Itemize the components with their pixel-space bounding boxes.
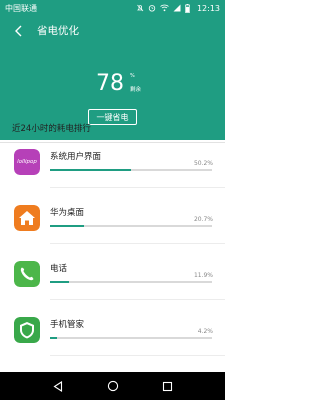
app-name: 系统用户界面 [50, 152, 102, 162]
nav-back-button[interactable] [50, 378, 66, 394]
usage-bar-fill [50, 169, 132, 171]
one-key-save-button[interactable]: 一键省电 [88, 109, 137, 125]
alarm-icon [148, 4, 156, 12]
row-divider [50, 187, 225, 188]
usage-bar-track [50, 169, 212, 171]
navigation-bar [0, 372, 225, 400]
usage-percent: 50.2% [193, 160, 213, 167]
usage-percent: 11.9% [193, 272, 213, 279]
list-item[interactable]: 手机管家 4.2% [0, 317, 225, 370]
mute-icon [136, 4, 144, 12]
app-name: 电话 [50, 264, 68, 274]
usage-percent: 20.7% [193, 216, 213, 223]
shield-icon [14, 317, 40, 343]
list-item[interactable]: 华为桌面 20.7% [0, 205, 225, 258]
usage-bar-fill [50, 225, 84, 227]
usage-percent: 4.2% [197, 328, 213, 335]
nav-home-button[interactable] [105, 378, 121, 394]
carrier-name: 中国联通 [5, 3, 37, 13]
usage-bar-track [50, 281, 212, 283]
back-button[interactable] [10, 22, 28, 40]
home-circle-icon [107, 380, 118, 392]
status-bar: 中国联通 12:13 [0, 0, 225, 16]
app-name: 华为桌面 [50, 208, 85, 218]
app-name: 手机管家 [50, 320, 85, 330]
status-time: 12:13 [196, 3, 220, 13]
ranking-title: 近24小时的耗电排行 [12, 124, 91, 134]
usage-bar-track [50, 337, 212, 339]
recents-square-icon [162, 381, 173, 391]
battery-icon [185, 3, 190, 13]
lollipop-icon-text: lollipop [17, 159, 37, 165]
row-divider [50, 299, 225, 300]
home-icon [14, 205, 40, 231]
battery-level: 78 % 剩余 [0, 71, 225, 101]
usage-bar-track [50, 225, 212, 227]
list-item[interactable]: lollipop 系统用户界面 50.2% [0, 149, 225, 202]
lollipop-icon: lollipop [14, 149, 40, 175]
wifi-icon [160, 4, 169, 12]
usage-bar-fill [50, 337, 57, 339]
page-title: 省电优化 [37, 25, 79, 37]
battery-percent-value: 78 [96, 71, 124, 96]
usage-bar-fill [50, 281, 70, 283]
list-item[interactable]: 电话 11.9% [0, 261, 225, 314]
nav-recents-button[interactable] [160, 378, 176, 394]
signal-icon [173, 4, 181, 12]
remaining-label: 剩余 [130, 87, 142, 93]
chevron-left-icon [15, 25, 22, 37]
phone-icon [14, 261, 40, 287]
percent-sign: % [130, 73, 135, 79]
row-divider [50, 355, 225, 356]
section-divider [0, 142, 225, 143]
back-triangle-icon [52, 380, 62, 392]
row-divider [50, 243, 225, 244]
